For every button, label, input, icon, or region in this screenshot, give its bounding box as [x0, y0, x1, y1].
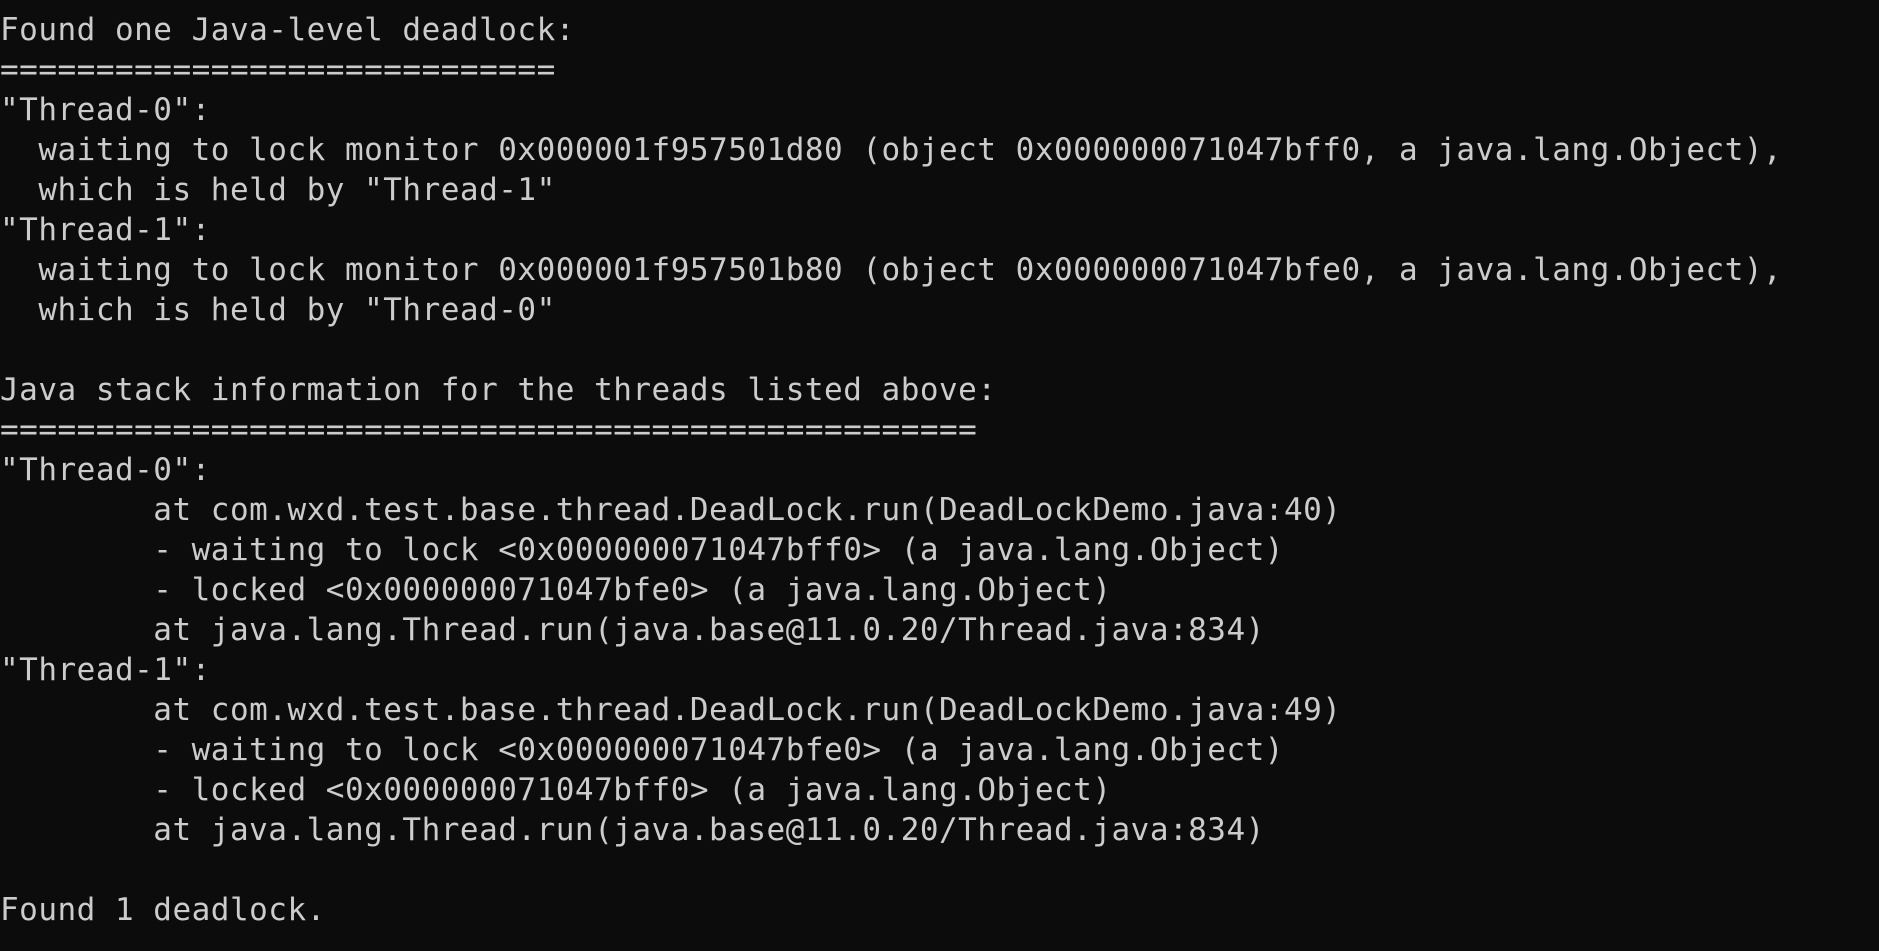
line-deadlock-header: Found one Java-level deadlock:	[0, 12, 575, 48]
line-stack-locked: - locked <0x000000071047bfe0> (a java.la…	[0, 572, 1112, 608]
line-thread-0-waiting: waiting to lock monitor 0x000001f957501d…	[0, 132, 1783, 168]
line-thread-0-label: "Thread-0":	[0, 92, 211, 128]
line-stack-frame: at com.wxd.test.base.thread.DeadLock.run…	[0, 492, 1342, 528]
line-stack-waiting: - waiting to lock <0x000000071047bfe0> (…	[0, 732, 1284, 768]
line-stack-thread-1-label: "Thread-1":	[0, 652, 211, 688]
line-stack-frame: at java.lang.Thread.run(java.base@11.0.2…	[0, 812, 1265, 848]
line-separator: ========================================…	[0, 412, 978, 448]
line-thread-1-waiting: waiting to lock monitor 0x000001f957501b…	[0, 252, 1783, 288]
line-deadlock-summary: Found 1 deadlock.	[0, 892, 326, 928]
line-thread-1-held-by: which is held by "Thread-0"	[0, 292, 556, 328]
console-output[interactable]: Found one Java-level deadlock: =========…	[0, 0, 1879, 951]
line-thread-0-held-by: which is held by "Thread-1"	[0, 172, 556, 208]
line-stack-frame: at java.lang.Thread.run(java.base@11.0.2…	[0, 612, 1265, 648]
line-stack-frame: at com.wxd.test.base.thread.DeadLock.run…	[0, 692, 1342, 728]
line-stack-locked: - locked <0x000000071047bff0> (a java.la…	[0, 772, 1112, 808]
line-separator: =============================	[0, 52, 556, 88]
line-blank	[0, 850, 1879, 890]
line-blank	[0, 330, 1879, 370]
line-stack-thread-0-label: "Thread-0":	[0, 452, 211, 488]
line-stack-waiting: - waiting to lock <0x000000071047bff0> (…	[0, 532, 1284, 568]
line-thread-1-label: "Thread-1":	[0, 212, 211, 248]
line-stack-header: Java stack information for the threads l…	[0, 372, 997, 408]
